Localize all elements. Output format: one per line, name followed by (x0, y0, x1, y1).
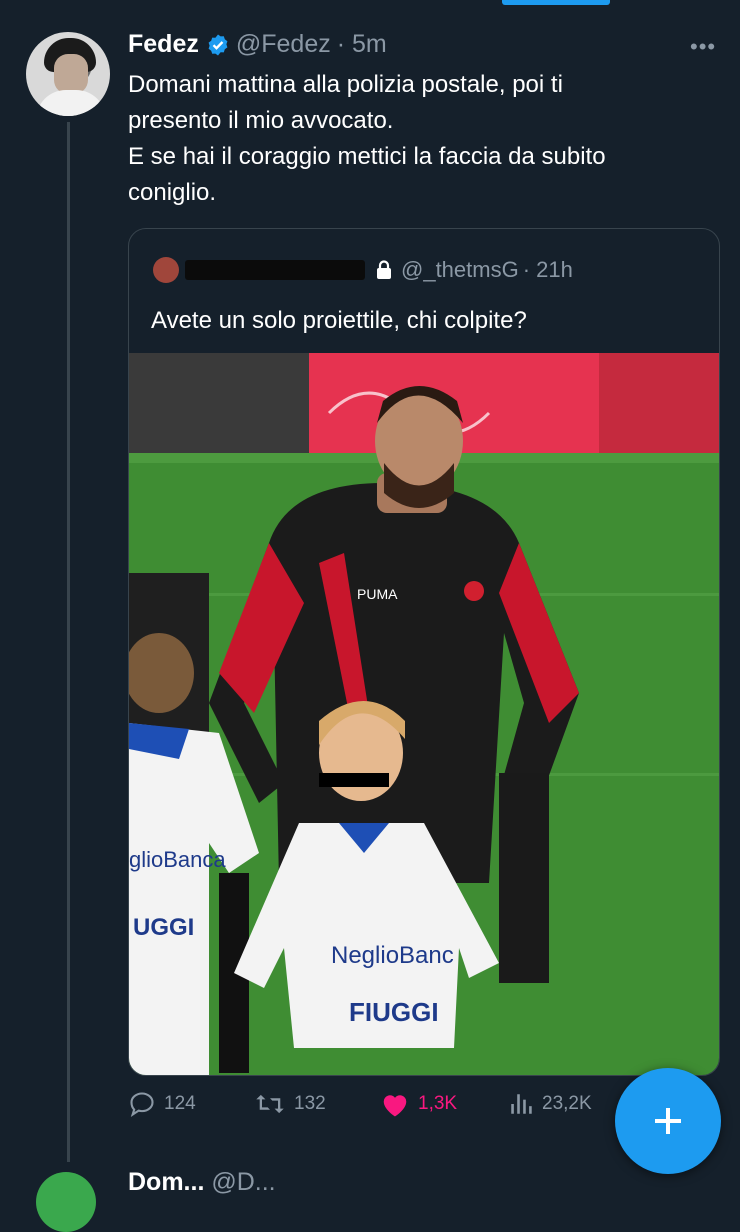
views-button[interactable]: 23,2K (508, 1090, 592, 1118)
tweet-text: Domani mattina alla polizia postale, poi… (128, 67, 718, 211)
tweet-header: Fedez @Fedez · 5m (128, 30, 387, 59)
quoted-text: Avete un solo proiettile, chi colpite? (151, 307, 527, 334)
verified-badge-icon (208, 34, 228, 55)
tweet-time[interactable]: · 5m (337, 30, 387, 59)
tweet-line: E se hai il coraggio mettici la faccia d… (128, 143, 606, 170)
photo-sponsor-left: glioBanca (129, 847, 226, 872)
quoted-header: @_thetmsG · 21h (153, 257, 573, 283)
reply-count: 124 (164, 1093, 196, 1114)
redacted-name (185, 260, 365, 280)
next-tweet-name[interactable]: Dom... (128, 1168, 204, 1196)
photo-brand-left: UGGI (133, 914, 194, 941)
quoted-avatar (153, 257, 179, 283)
retweet-icon (256, 1094, 284, 1114)
photo-brand-child: FIUGGI (349, 997, 439, 1027)
reply-icon (130, 1092, 154, 1117)
views-icon (511, 1094, 532, 1114)
retweet-count: 132 (294, 1093, 326, 1114)
heart-icon (383, 1095, 407, 1117)
reply-button[interactable]: 124 (128, 1090, 196, 1118)
thread-line (67, 122, 70, 1162)
quoted-photo[interactable]: PUMA glioBanca UGGI NeglioBanc FIUGGI (129, 353, 719, 1076)
more-options-icon[interactable]: ••• (690, 34, 716, 60)
tweet-line: coniglio. (128, 179, 217, 206)
avatar[interactable] (26, 32, 110, 116)
next-tweet-handle[interactable]: @D... (211, 1168, 275, 1196)
compose-button[interactable] (615, 1068, 721, 1174)
next-tweet-avatar[interactable] (36, 1172, 96, 1232)
active-tab-indicator (502, 0, 610, 5)
author-handle[interactable]: @Fedez (236, 30, 331, 59)
photo-sponsor-child: NeglioBanc (331, 942, 454, 969)
retweet-button[interactable]: 132 (254, 1090, 326, 1118)
svg-text:PUMA: PUMA (357, 586, 398, 602)
tweet-actions: 124 132 1,3K 23,2K (128, 1090, 608, 1130)
author-name[interactable]: Fedez (128, 30, 199, 59)
tweet-line: presento il mio avvocato. (128, 107, 394, 134)
lock-icon (377, 260, 391, 279)
quoted-handle[interactable]: @_thetmsG (401, 257, 519, 283)
plus-icon (655, 1108, 681, 1134)
views-count: 23,2K (542, 1093, 592, 1114)
next-tweet-header: Dom... @D... (128, 1168, 276, 1197)
quoted-time[interactable]: · 21h (523, 257, 573, 283)
like-button[interactable]: 1,3K (380, 1090, 457, 1118)
tweet-line: Domani mattina alla polizia postale, poi… (128, 71, 563, 98)
quoted-tweet[interactable]: @_thetmsG · 21h Avete un solo proiettile… (128, 228, 720, 1076)
like-count: 1,3K (418, 1093, 458, 1114)
